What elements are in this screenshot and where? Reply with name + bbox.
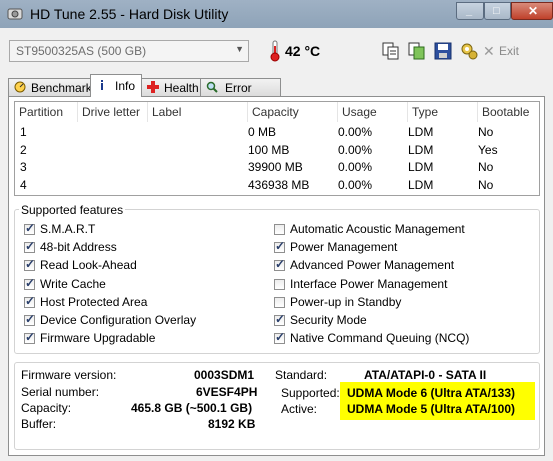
feature-label: Security Mode	[290, 313, 367, 327]
copy-screen-icon[interactable]	[406, 40, 428, 62]
feature-checkbox[interactable]: ✓	[274, 239, 286, 254]
title-bar: HD Tune 2.55 - Hard Disk Utility _ □ ✕	[0, 0, 553, 28]
feature-checkbox[interactable]: ✓	[24, 330, 36, 345]
column-header-drive-letter[interactable]: Drive letter	[78, 102, 148, 122]
capacity-value: 465.8 GB (~500.1 GB)	[131, 401, 253, 415]
feature-checkbox[interactable]: ✓	[24, 239, 36, 254]
standard-label: Standard:	[275, 368, 328, 382]
active-value: UDMA Mode 5 (Ultra ATA/100)	[347, 402, 516, 416]
check-icon: ✓	[25, 330, 36, 345]
check-icon: ✓	[275, 257, 286, 272]
maximize-button[interactable]: □	[484, 2, 511, 20]
magnifier-icon	[206, 81, 218, 93]
options-icon[interactable]	[458, 40, 480, 62]
check-icon: ✓	[25, 221, 36, 235]
temperature-readout: 42 °C	[285, 43, 321, 59]
partition-table[interactable]: Partition Drive letter Label Capacity Us…	[14, 101, 540, 196]
supported-value: UDMA Mode 6 (Ultra ATA/133)	[347, 386, 516, 400]
capacity-label: Capacity:	[21, 401, 72, 415]
check-icon: ✓	[25, 293, 36, 308]
check-icon: ✓	[25, 312, 36, 326]
column-header-label[interactable]: Label	[148, 102, 248, 122]
column-header-capacity[interactable]: Capacity	[248, 102, 338, 122]
feature-label: Host Protected Area	[40, 294, 148, 309]
column-header-partition[interactable]: Partition	[15, 102, 78, 122]
supported-label: Supported:	[281, 386, 340, 400]
exit-icon: ✕	[483, 43, 495, 59]
tab-info[interactable]: Info	[90, 74, 142, 97]
tab-health[interactable]: Health	[141, 78, 201, 96]
feature-label: Read Look-Ahead	[40, 258, 137, 273]
column-header-type[interactable]: Type	[408, 102, 478, 122]
save-icon[interactable]	[432, 40, 454, 62]
feature-label: Power-up in Standby	[290, 294, 402, 309]
firmware-value: 0003SDM1	[194, 368, 255, 382]
feature-checkbox[interactable]: ✓	[24, 275, 36, 290]
drive-select[interactable]: ST9500325AS (500 GB) ▼	[9, 40, 249, 62]
tab-info-label: Info	[115, 79, 136, 93]
tab-benchmark-label: Benchmark	[31, 81, 92, 95]
tab-error-scan[interactable]: Error Scan	[200, 78, 281, 109]
check-icon: ✓	[25, 275, 36, 290]
feature-checkbox[interactable]: ✓	[274, 312, 286, 326]
copy-info-icon[interactable]	[380, 40, 402, 62]
exit-label: Exit	[499, 44, 520, 58]
supported-features-title: Supported features	[19, 203, 126, 217]
tab-health-label: Health	[164, 81, 199, 95]
check-icon: ✓	[275, 330, 286, 345]
feature-label: 48-bit Address	[40, 240, 117, 255]
feature-checkbox[interactable]: ✓	[274, 257, 286, 272]
check-icon: ✓	[275, 239, 286, 254]
check-icon: ✓	[25, 257, 36, 272]
feature-checkbox[interactable]: ✓	[24, 221, 36, 235]
minimize-icon: _	[466, 5, 473, 17]
feature-label: Write Cache	[40, 276, 106, 291]
feature-checkbox[interactable]	[274, 278, 285, 290]
firmware-label: Firmware version:	[21, 368, 117, 382]
standard-value: ATA/ATAPI-0 - SATA II	[364, 368, 487, 382]
feature-label: Power Management	[290, 240, 398, 255]
thermometer-icon	[270, 40, 280, 62]
buffer-label: Buffer:	[21, 417, 57, 431]
feature-label: Automatic Acoustic Management	[290, 222, 465, 236]
buffer-value: 8192 KB	[208, 417, 256, 431]
feature-checkbox[interactable]: ✓	[274, 330, 286, 345]
feature-checkbox[interactable]	[274, 296, 285, 308]
window-title: HD Tune 2.55 - Hard Disk Utility	[30, 6, 229, 22]
exit-button[interactable]: ✕ Exit	[483, 43, 520, 59]
feature-checkbox[interactable]: ✓	[24, 293, 36, 308]
drive-select-value: ST9500325AS (500 GB)	[16, 44, 147, 58]
active-label: Active:	[281, 402, 318, 416]
check-icon: ✓	[25, 239, 36, 254]
column-header-usage[interactable]: Usage	[338, 102, 408, 122]
close-button[interactable]: ✕	[511, 2, 553, 20]
feature-label: Interface Power Management	[290, 276, 448, 291]
feature-label: Native Command Queuing (NCQ)	[290, 331, 470, 346]
feature-checkbox[interactable]: ✓	[24, 312, 36, 326]
check-icon: ✓	[275, 312, 286, 326]
health-icon	[147, 81, 159, 93]
feature-checkbox[interactable]: ✓	[24, 257, 36, 272]
column-header-bootable[interactable]: Bootable	[478, 102, 539, 122]
close-icon: ✕	[528, 4, 539, 18]
maximize-icon: □	[493, 5, 500, 17]
info-icon	[101, 80, 103, 90]
serial-value: 6VESF4PH	[196, 385, 258, 399]
feature-label: Advanced Power Management	[290, 258, 455, 273]
minimize-button[interactable]: _	[456, 2, 484, 20]
feature-label: Firmware Upgradable	[40, 331, 156, 346]
chevron-down-icon[interactable]: ▼	[235, 44, 244, 54]
feature-checkbox[interactable]	[274, 224, 285, 235]
benchmark-icon	[14, 81, 26, 93]
feature-label: S.M.A.R.T	[40, 222, 96, 236]
feature-label: Device Configuration Overlay	[40, 313, 197, 327]
serial-label: Serial number:	[21, 385, 100, 399]
tab-benchmark[interactable]: Benchmark	[8, 78, 92, 96]
app-icon	[7, 8, 23, 20]
